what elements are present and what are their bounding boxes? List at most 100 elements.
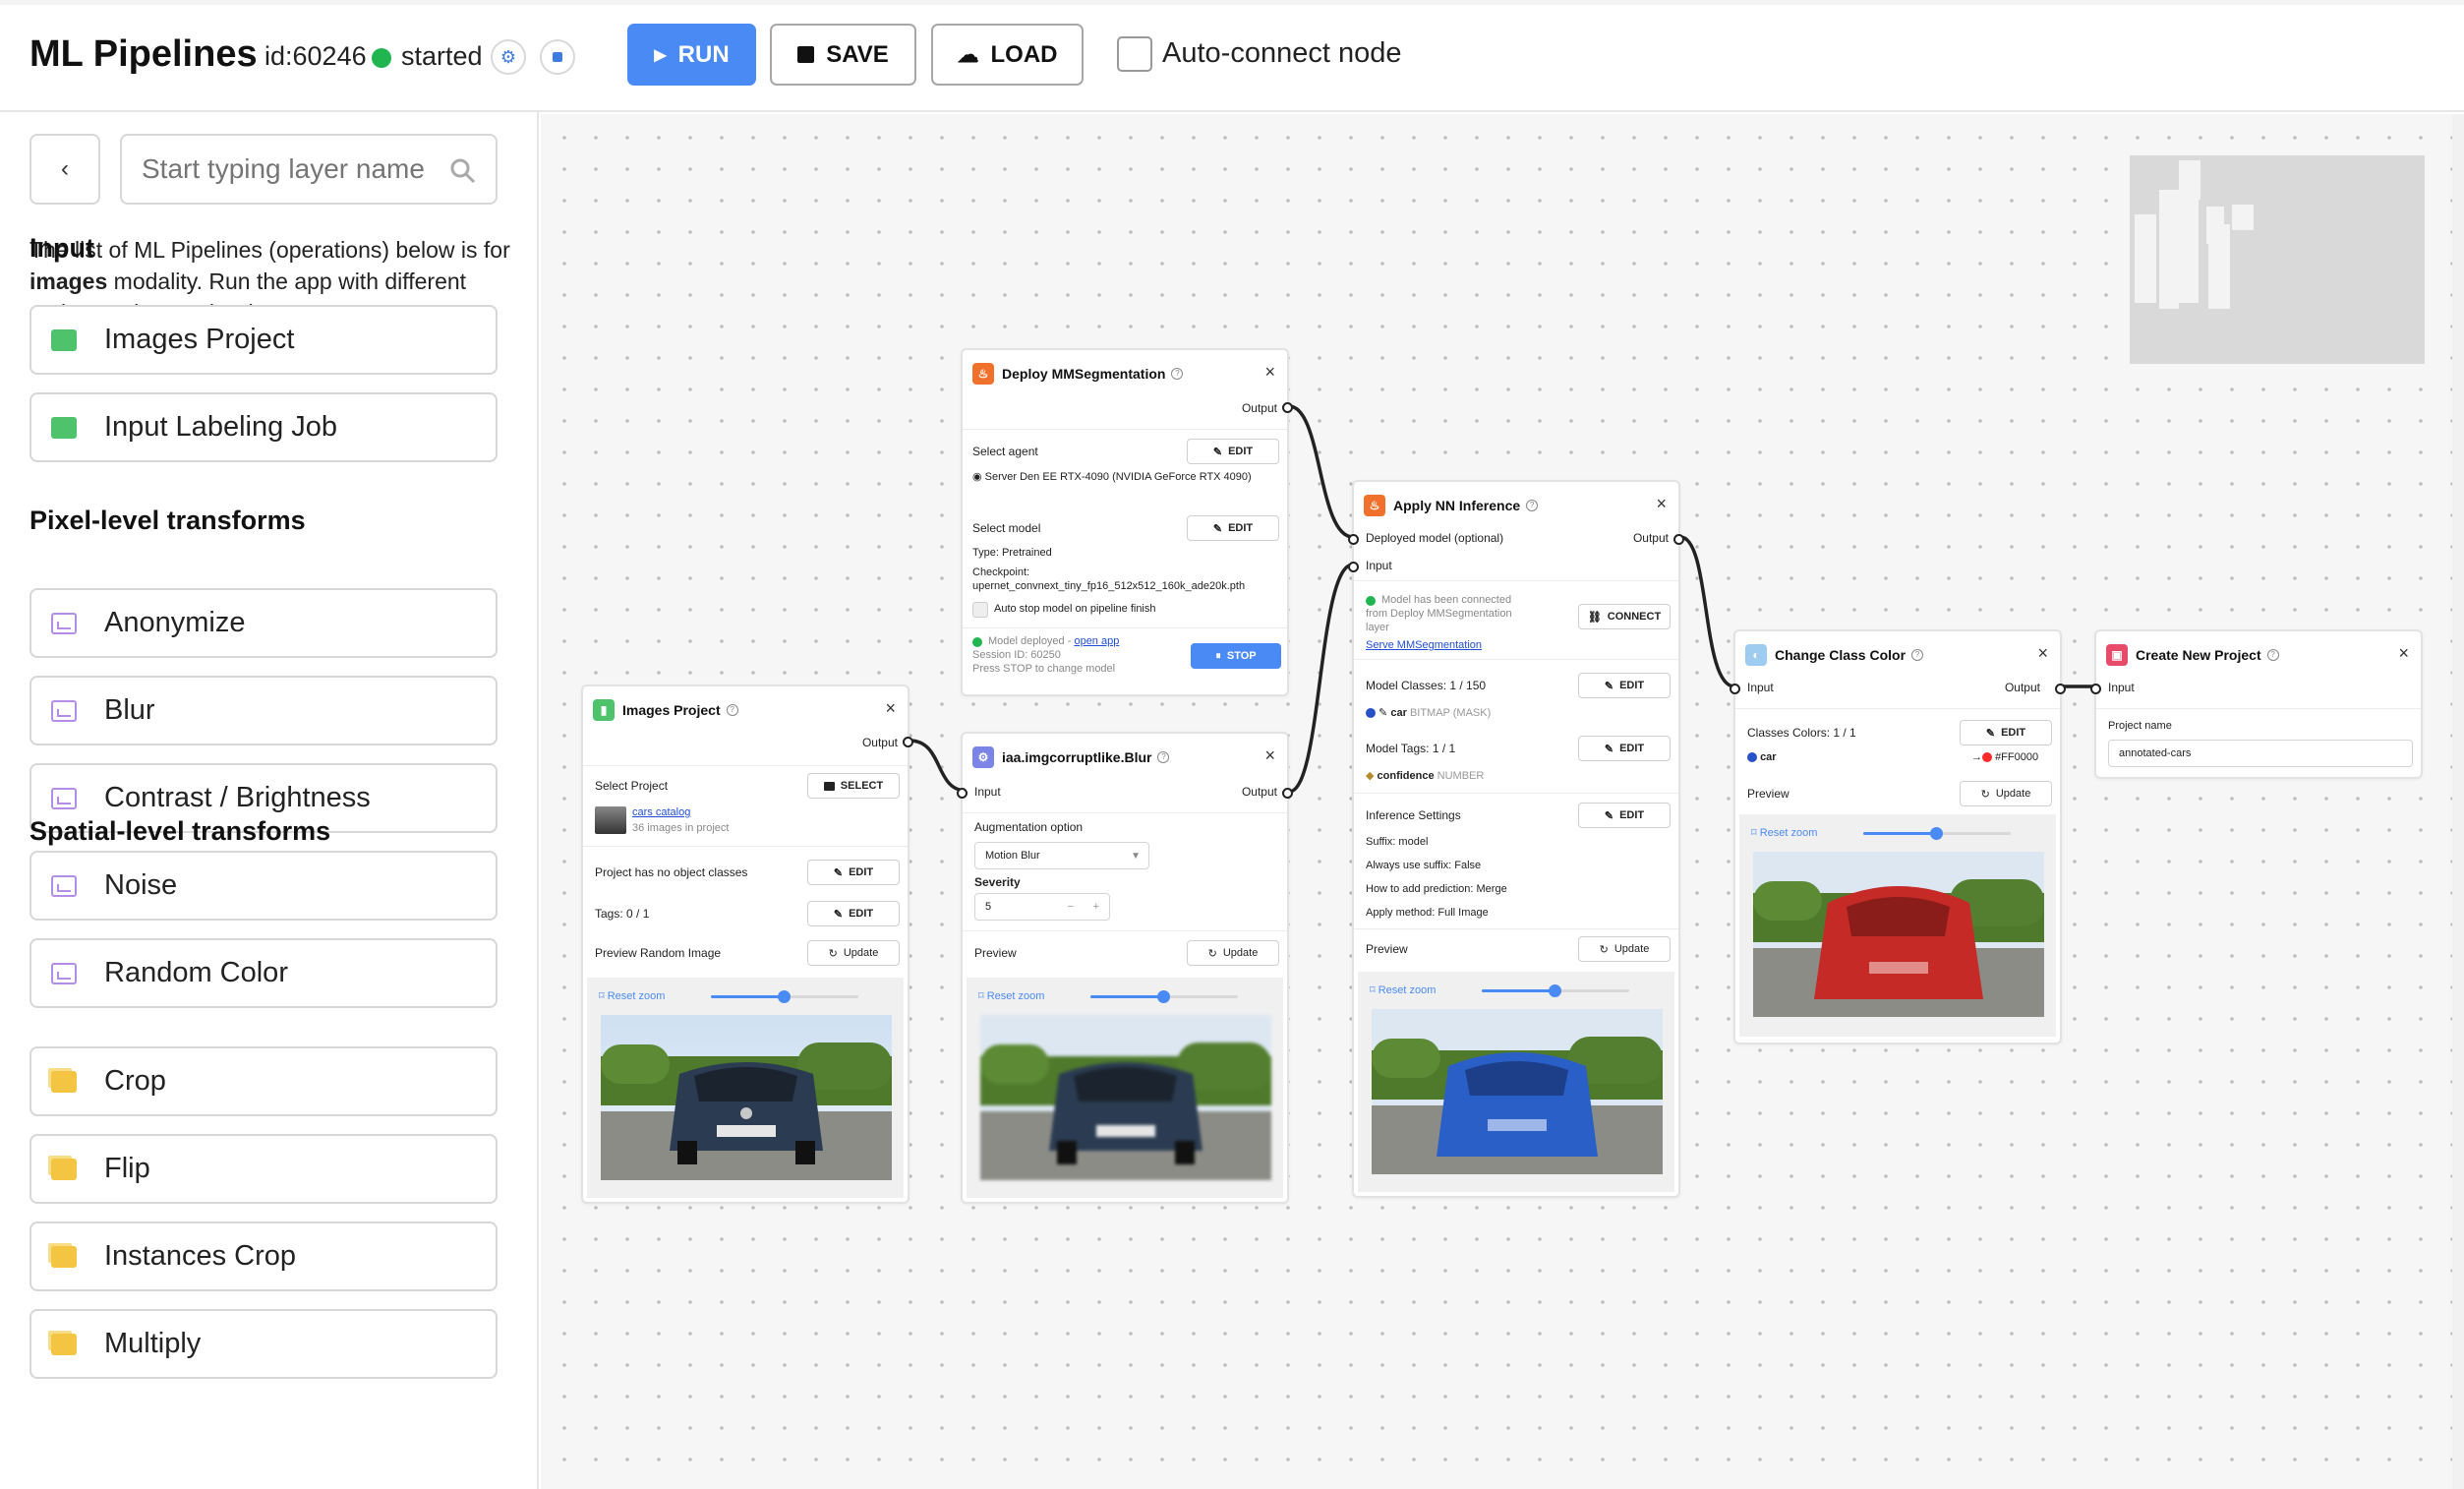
node-deploy-mmsegmentation[interactable]: ♨ Deploy MMSegmentation? × Output Select … xyxy=(961,348,1293,696)
success-icon xyxy=(1366,596,1376,606)
refresh-icon: ↻ xyxy=(1980,788,1990,801)
edit-colors-button[interactable]: ✎ EDIT xyxy=(1960,720,2052,745)
palette-icon: ◐ xyxy=(1745,644,1767,666)
always-suffix-setting: Always use suffix: False xyxy=(1366,860,1482,871)
zoom-slider[interactable] xyxy=(1863,827,2011,840)
checkpoint-value: upernet_convnext_tiny_fp16_512x512_160k_… xyxy=(972,580,1246,592)
inference-settings-label: Inference Settings xyxy=(1366,808,1461,822)
model-tags-label: Model Tags: 1 / 1 xyxy=(1366,742,1456,755)
edit-settings-button[interactable]: ✎ EDIT xyxy=(1578,803,1671,828)
zoom-slider[interactable] xyxy=(711,990,858,1003)
preview-label: Preview xyxy=(974,946,1017,960)
class-item: ✎ car BITMAP (MASK) xyxy=(1366,706,1491,719)
output-port[interactable] xyxy=(2055,684,2066,694)
edit-classes-button[interactable]: ✎ EDIT xyxy=(1578,673,1671,698)
serve-link[interactable]: Serve MMSegmentation xyxy=(1366,639,1482,651)
input-port[interactable] xyxy=(1730,684,1740,694)
close-icon[interactable]: × xyxy=(2398,643,2409,664)
close-icon[interactable]: × xyxy=(1264,745,1275,766)
node-title: Change Class Color xyxy=(1775,647,1907,663)
input-label: Input xyxy=(974,785,1001,799)
open-app-link[interactable]: open app xyxy=(1074,635,1119,647)
help-icon: ? xyxy=(1157,751,1170,763)
pencil-icon: ✎ xyxy=(1212,446,1223,458)
connect-button[interactable]: ⛓ CONNECT xyxy=(1578,604,1671,629)
update-preview-button[interactable]: ↻ Update xyxy=(1578,936,1671,962)
input-port[interactable] xyxy=(2090,684,2101,694)
update-preview-button[interactable]: ↻ Update xyxy=(807,940,900,966)
update-preview-button[interactable]: ↻ Update xyxy=(1187,940,1279,966)
chevron-down-icon: ▼ xyxy=(1131,850,1141,862)
node-images-project[interactable]: ▮ Images Project? × Output Select Project… xyxy=(581,685,913,1204)
update-preview-button[interactable]: ↻ Update xyxy=(1960,781,2052,806)
node-header: ▣ Create New Project? xyxy=(2106,643,2411,667)
edit-classes-button[interactable]: ✎ EDIT xyxy=(807,860,900,885)
tags-label: Tags: 0 / 1 xyxy=(595,907,650,921)
edit-tags-button[interactable]: ✎ EDIT xyxy=(1578,736,1671,761)
close-icon[interactable]: × xyxy=(885,698,896,719)
node-blur[interactable]: ⚙ iaa.imgcorruptlike.Blur? × Input Output… xyxy=(957,732,1293,1204)
plus-icon[interactable]: + xyxy=(1093,901,1099,913)
connected-text-3: layer xyxy=(1366,622,1389,633)
reset-zoom-link[interactable]: ⌑ Reset zoom xyxy=(1370,983,1436,996)
agent-name: ◉ Server Den EE RTX-4090 (NVIDIA GeForce… xyxy=(972,471,1252,483)
edit-model-button[interactable]: ✎ EDIT xyxy=(1187,515,1279,541)
apply-method-setting: Apply method: Full Image xyxy=(1366,907,1489,919)
input-port[interactable] xyxy=(1348,562,1359,572)
auto-stop-label: Auto stop model on pipeline finish xyxy=(994,603,1156,615)
output-port[interactable] xyxy=(1282,788,1293,799)
preview-image xyxy=(1753,852,2044,1017)
tag-item: ◆ confidence NUMBER xyxy=(1366,770,1485,782)
node-title: Deploy MMSegmentation xyxy=(1002,366,1166,382)
pencil-icon: ✎ xyxy=(833,866,844,879)
preview-label: Preview xyxy=(1366,942,1408,956)
output-label: Output xyxy=(861,736,898,749)
reset-zoom-link[interactable]: ⌑ Reset zoom xyxy=(599,989,665,1002)
preview-label: Preview xyxy=(1747,787,1789,801)
how-add-setting: How to add prediction: Merge xyxy=(1366,883,1507,895)
output-port[interactable] xyxy=(1673,534,1684,545)
edit-agent-button[interactable]: ✎ EDIT xyxy=(1187,439,1279,464)
checkpoint-label: Checkpoint: xyxy=(972,566,1030,578)
gear-icon: ⚙ xyxy=(972,746,994,768)
minus-icon[interactable]: − xyxy=(1068,901,1074,913)
augmentation-select[interactable]: Motion Blur ▼ xyxy=(974,842,1149,869)
node-change-class-color[interactable]: ◐ Change Class Color? × Input Output Clas… xyxy=(1730,629,2066,1044)
zoom-slider[interactable] xyxy=(1090,990,1238,1003)
preview-image xyxy=(980,1015,1271,1180)
node-title: Apply NN Inference xyxy=(1393,498,1521,513)
augmentation-label: Augmentation option xyxy=(974,820,1084,834)
reset-zoom-link[interactable]: ⌑ Reset zoom xyxy=(1751,826,1817,839)
model-input-port[interactable] xyxy=(1348,534,1359,545)
link-icon: ⛓ xyxy=(1587,611,1602,624)
node-create-new-project[interactable]: ▣ Create New Project? × Input Project nam… xyxy=(2090,629,2423,779)
project-image-count: 36 images in project xyxy=(632,822,730,834)
pencil-icon: ✎ xyxy=(1985,727,1996,740)
suffix-setting: Suffix: model xyxy=(1366,836,1429,848)
connected-text-2: from Deploy MMSegmentation xyxy=(1366,608,1512,620)
edit-tags-button[interactable]: ✎ EDIT xyxy=(807,901,900,926)
stop-model-button[interactable]: ⏸ STOP xyxy=(1191,643,1281,669)
auto-stop-checkbox[interactable] xyxy=(972,602,988,618)
pencil-icon: ✎ xyxy=(1212,522,1223,535)
no-classes-label: Project has no object classes xyxy=(595,865,748,879)
select-project-button[interactable]: SELECT xyxy=(807,773,900,799)
project-name-input[interactable]: annotated-cars xyxy=(2108,740,2413,767)
success-icon xyxy=(972,637,982,647)
output-port[interactable] xyxy=(1282,402,1293,413)
node-apply-nn-inference[interactable]: ♨ Apply NN Inference? × Deployed model (o… xyxy=(1348,480,1684,1198)
severity-label: Severity xyxy=(974,875,1021,889)
close-icon[interactable]: × xyxy=(2037,643,2048,664)
fire-icon: ♨ xyxy=(1364,495,1385,516)
reset-zoom-link[interactable]: ⌑ Reset zoom xyxy=(978,989,1044,1002)
output-port[interactable] xyxy=(903,737,913,747)
close-icon[interactable]: × xyxy=(1264,362,1275,383)
node-header: ⚙ iaa.imgcorruptlike.Blur? xyxy=(972,745,1277,769)
severity-input[interactable]: 5− + xyxy=(974,893,1110,921)
project-name-link[interactable]: cars catalog xyxy=(632,806,690,818)
zoom-slider[interactable] xyxy=(1482,984,1629,997)
press-stop-text: Press STOP to change model xyxy=(972,663,1116,675)
input-port[interactable] xyxy=(957,788,968,799)
node-title: Images Project xyxy=(622,702,721,718)
close-icon[interactable]: × xyxy=(1656,494,1667,514)
